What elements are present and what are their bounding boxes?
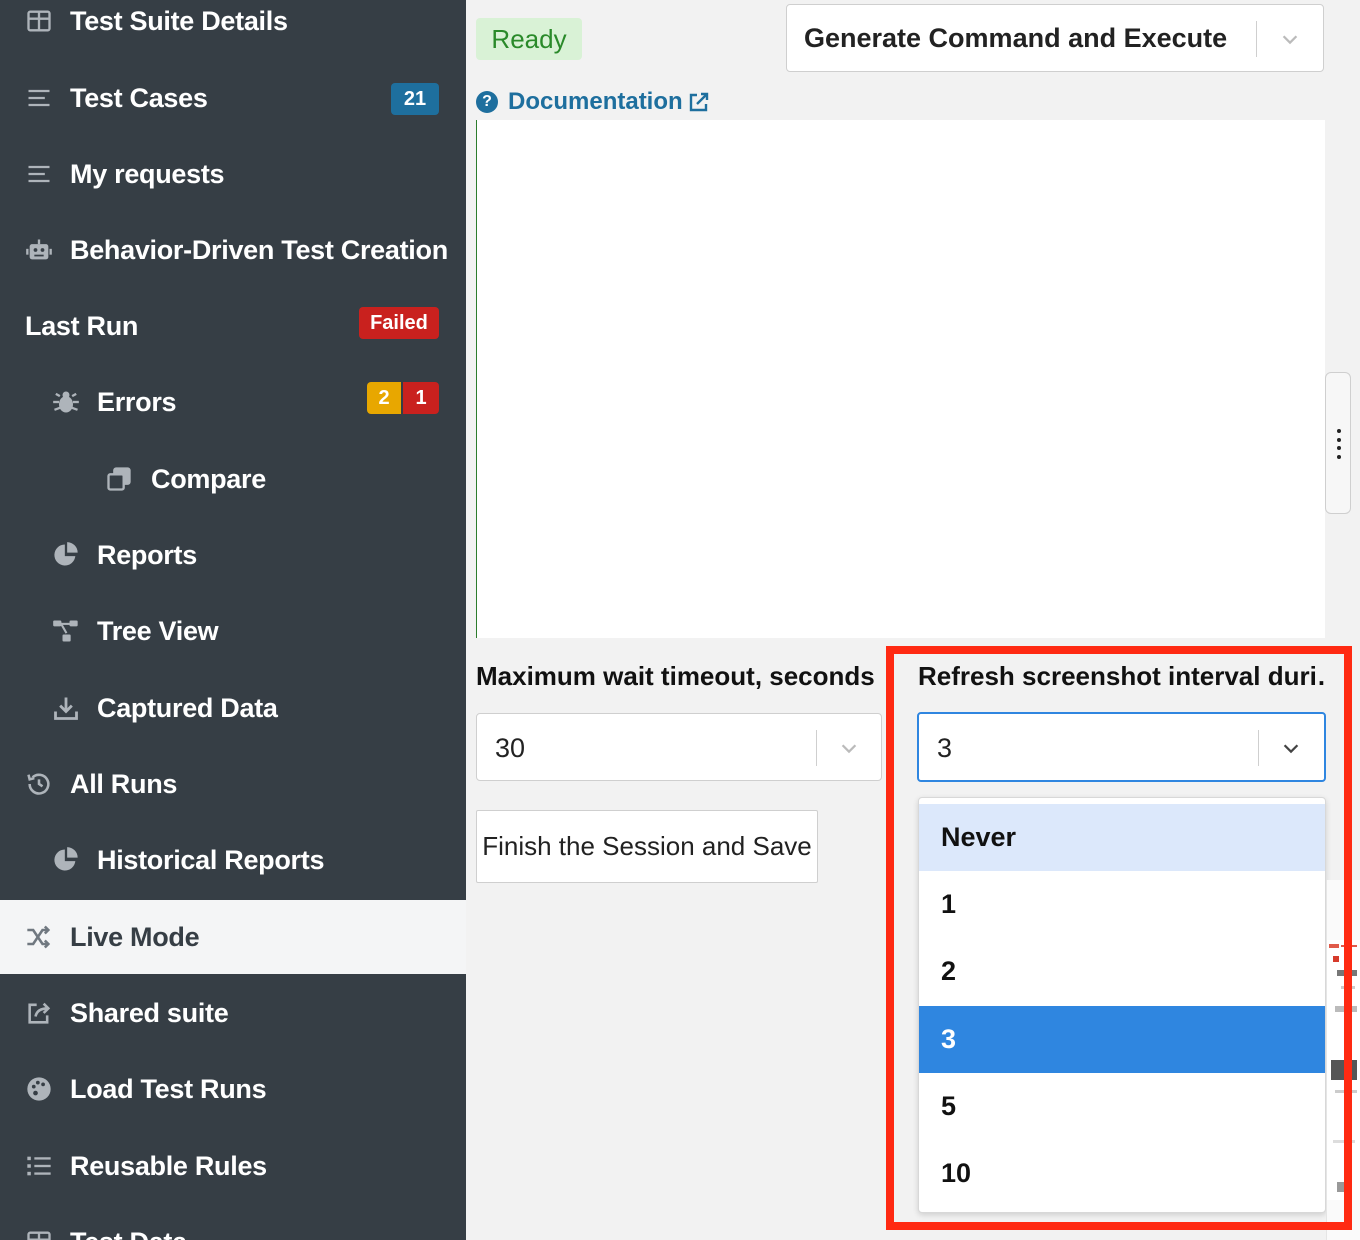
command-editor[interactable]	[476, 120, 1325, 638]
status-badge: Ready	[476, 18, 582, 60]
list-icon	[24, 159, 54, 189]
table-icon	[24, 6, 54, 36]
dropdown-option[interactable]: 5	[919, 1073, 1325, 1140]
sidebar-item-historical-reports[interactable]: Historical Reports	[0, 823, 466, 897]
sidebar-item-label: All Runs	[70, 768, 178, 799]
refresh-interval-select[interactable]: 3	[917, 712, 1326, 782]
sidebar-item-label: Behavior-Driven Test Creation	[70, 234, 448, 265]
sidebar-item-tree-view[interactable]: Tree View	[0, 594, 466, 668]
sidebar-item-test-data[interactable]: Test Data	[0, 1205, 466, 1240]
sidebar-item-label: Live Mode	[70, 921, 200, 952]
sidebar-item-my-requests[interactable]: My requests	[0, 137, 466, 211]
finish-session-button[interactable]: Finish the Session and Save	[476, 810, 818, 883]
sidebar: Test Suite Details Test Cases 21 My requ…	[0, 0, 466, 1240]
sidebar-item-label: Load Test Runs	[70, 1073, 267, 1104]
sidebar-item-last-run[interactable]: Last Run Failed	[0, 289, 466, 363]
external-link-icon	[689, 92, 708, 112]
sidebar-item-label: Test Data	[70, 1227, 187, 1240]
timeout-select[interactable]: 30	[476, 713, 882, 781]
shuffle-icon	[24, 922, 54, 952]
sidebar-item-reports[interactable]: Reports	[0, 518, 466, 592]
dropdown-option-selected[interactable]: 3	[919, 1006, 1325, 1073]
refresh-interval-value: 3	[937, 733, 953, 763]
error-count-badge: 1	[403, 382, 439, 414]
sidebar-item-bdd[interactable]: Behavior-Driven Test Creation	[0, 213, 466, 287]
warning-count-badge: 2	[367, 382, 401, 414]
sidebar-item-label: Errors	[97, 386, 177, 417]
sidebar-item-label: Compare	[151, 463, 266, 494]
chevron-down-icon[interactable]	[838, 737, 860, 759]
download-icon	[51, 693, 81, 723]
sidebar-item-label: Captured Data	[97, 692, 278, 723]
sidebar-item-load-test-runs[interactable]: Load Test Runs	[0, 1052, 466, 1126]
sidebar-item-errors[interactable]: Errors 2 1	[0, 365, 466, 439]
dropdown-option[interactable]: 2	[919, 938, 1325, 1005]
chevron-down-icon[interactable]	[1279, 28, 1301, 50]
sidebar-item-label: Historical Reports	[97, 844, 325, 875]
select-divider	[816, 730, 817, 766]
sidebar-item-label: Reusable Rules	[70, 1150, 267, 1181]
timeout-label: Maximum wait timeout, seconds:	[476, 661, 876, 691]
sidebar-item-label: Reports	[97, 539, 197, 570]
sidebar-item-label: Last Run	[25, 310, 139, 341]
robot-icon	[24, 235, 54, 265]
sidebar-item-label: Test Suite Details	[70, 5, 288, 36]
preview-thumbnail	[1327, 940, 1360, 1200]
sidebar-item-label: My requests	[70, 158, 225, 189]
sidebar-item-all-runs[interactable]: All Runs	[0, 747, 466, 821]
share-icon	[24, 998, 54, 1028]
status-badge: Failed	[359, 307, 439, 339]
command-mode-value: Generate Command and Execute	[804, 23, 1228, 53]
list-ul-icon	[24, 1151, 54, 1181]
sidebar-item-test-suite-details[interactable]: Test Suite Details	[0, 0, 466, 58]
dropdown-option[interactable]: 1	[919, 871, 1325, 938]
documentation-link[interactable]: ? Documentation	[476, 86, 711, 118]
pie-chart-icon	[51, 845, 81, 875]
refresh-interval-dropdown: Never 1 2 3 5 10	[918, 797, 1326, 1213]
help-icon: ?	[476, 91, 498, 113]
sidebar-item-label: Shared suite	[70, 997, 229, 1028]
sidebar-item-test-cases[interactable]: Test Cases 21	[0, 61, 466, 135]
pie-chart-icon	[51, 540, 81, 570]
bug-icon	[51, 387, 81, 417]
timeout-value: 30	[495, 733, 526, 763]
documentation-label: Documentation	[508, 88, 683, 115]
sidebar-item-label: Test Cases	[70, 82, 208, 113]
select-divider	[1258, 730, 1259, 766]
command-mode-select[interactable]: Generate Command and Execute	[786, 4, 1324, 72]
panel-resize-handle[interactable]	[1325, 372, 1351, 514]
tree-icon	[51, 616, 81, 646]
sidebar-item-live-mode[interactable]: Live Mode	[0, 900, 466, 974]
palette-icon	[24, 1074, 54, 1104]
refresh-interval-label: Refresh screenshot interval duri…	[918, 661, 1326, 691]
sidebar-item-shared-suite[interactable]: Shared suite	[0, 976, 466, 1050]
sidebar-item-compare[interactable]: Compare	[0, 442, 466, 516]
chevron-down-icon[interactable]	[1280, 737, 1302, 759]
copy-icon	[104, 464, 134, 494]
dropdown-option[interactable]: Never	[919, 804, 1325, 871]
history-icon	[24, 769, 54, 799]
sidebar-item-captured-data[interactable]: Captured Data	[0, 671, 466, 745]
sidebar-item-reusable-rules[interactable]: Reusable Rules	[0, 1129, 466, 1203]
preview-panel-edge	[1326, 880, 1360, 1240]
drag-dots-icon	[1336, 429, 1342, 459]
dropdown-option[interactable]: 10	[919, 1140, 1325, 1207]
list-icon	[24, 83, 54, 113]
table-icon	[24, 1227, 54, 1240]
count-badge: 21	[391, 83, 439, 115]
select-divider	[1256, 21, 1257, 57]
sidebar-item-label: Tree View	[97, 615, 219, 646]
